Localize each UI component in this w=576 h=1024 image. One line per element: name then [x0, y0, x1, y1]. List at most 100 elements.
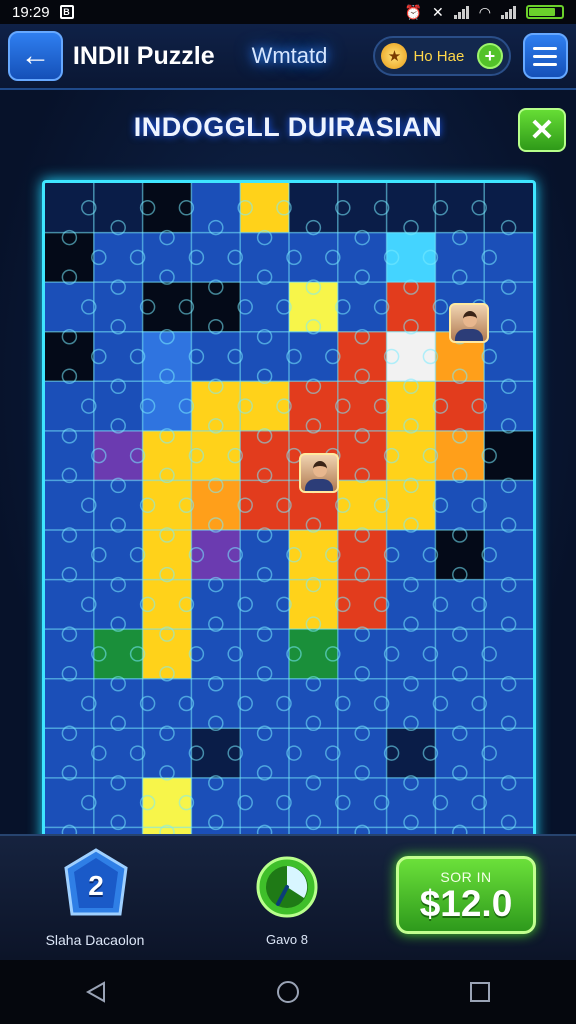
puzzle-piece[interactable]: [191, 331, 241, 382]
puzzle-piece[interactable]: [337, 777, 387, 828]
reward-button[interactable]: SOR IN $12.0: [396, 856, 536, 934]
puzzle-piece[interactable]: [240, 331, 289, 382]
puzzle-piece[interactable]: [435, 678, 485, 729]
highlighted-puzzle-piece[interactable]: [142, 777, 192, 828]
puzzle-piece[interactable]: [337, 183, 387, 233]
puzzle-piece[interactable]: [240, 232, 289, 283]
puzzle-piece[interactable]: [484, 331, 533, 382]
person-avatar-icon[interactable]: [449, 303, 489, 343]
puzzle-piece[interactable]: [45, 678, 94, 729]
puzzle-piece[interactable]: [289, 629, 338, 679]
puzzle-piece[interactable]: [240, 480, 289, 530]
puzzle-board[interactable]: [42, 180, 536, 880]
puzzle-piece[interactable]: [240, 282, 289, 332]
puzzle-piece[interactable]: [191, 530, 241, 580]
puzzle-piece[interactable]: [386, 381, 436, 431]
puzzle-piece[interactable]: [484, 430, 533, 481]
puzzle-piece[interactable]: [191, 629, 241, 679]
puzzle-piece[interactable]: [142, 381, 192, 431]
puzzle-piece[interactable]: [45, 728, 94, 778]
puzzle-piece[interactable]: [484, 728, 533, 778]
puzzle-piece[interactable]: [45, 530, 94, 580]
puzzle-piece[interactable]: [337, 430, 387, 481]
person-avatar-icon[interactable]: [299, 453, 339, 493]
puzzle-piece[interactable]: [435, 183, 485, 233]
puzzle-piece[interactable]: [337, 678, 387, 729]
puzzle-piece[interactable]: [240, 728, 289, 778]
puzzle-piece[interactable]: [142, 183, 192, 233]
puzzle-piece[interactable]: [484, 282, 533, 332]
puzzle-piece[interactable]: [337, 232, 387, 283]
level-shield-icon[interactable]: 2: [64, 848, 128, 920]
puzzle-piece[interactable]: [191, 183, 241, 233]
puzzle-piece[interactable]: [93, 430, 143, 481]
puzzle-piece[interactable]: [435, 530, 485, 580]
puzzle-piece[interactable]: [93, 331, 143, 382]
puzzle-piece[interactable]: [191, 579, 241, 630]
puzzle-piece[interactable]: [435, 381, 485, 431]
puzzle-piece[interactable]: [435, 232, 485, 283]
puzzle-piece[interactable]: [289, 530, 338, 580]
puzzle-piece[interactable]: [289, 232, 338, 283]
puzzle-piece[interactable]: [386, 183, 436, 233]
puzzle-piece[interactable]: [93, 232, 143, 283]
puzzle-piece[interactable]: [93, 282, 143, 332]
puzzle-piece[interactable]: [484, 579, 533, 630]
puzzle-piece[interactable]: [45, 430, 94, 481]
puzzle-piece[interactable]: [45, 629, 94, 679]
menu-button[interactable]: [522, 33, 568, 79]
puzzle-piece[interactable]: [289, 183, 338, 233]
plus-icon[interactable]: +: [476, 43, 503, 69]
puzzle-piece[interactable]: [45, 777, 94, 828]
puzzle-piece[interactable]: [142, 331, 192, 382]
puzzle-piece[interactable]: [337, 381, 387, 431]
puzzle-piece[interactable]: [386, 232, 436, 283]
puzzle-piece[interactable]: [191, 678, 241, 729]
puzzle-piece[interactable]: [142, 728, 192, 778]
puzzle-piece[interactable]: [435, 629, 485, 679]
puzzle-piece[interactable]: [386, 430, 436, 481]
highlighted-puzzle-piece[interactable]: [289, 282, 338, 332]
puzzle-piece[interactable]: [386, 579, 436, 630]
puzzle-piece[interactable]: [289, 728, 338, 778]
puzzle-piece[interactable]: [45, 381, 94, 431]
puzzle-piece[interactable]: [93, 678, 143, 729]
puzzle-piece[interactable]: [289, 579, 338, 630]
puzzle-piece[interactable]: [484, 530, 533, 580]
coins-pill[interactable]: ★ Ho Hae +: [373, 36, 511, 76]
puzzle-piece[interactable]: [142, 430, 192, 481]
puzzle-piece[interactable]: [93, 629, 143, 679]
puzzle-piece[interactable]: [435, 430, 485, 481]
close-button[interactable]: ✕: [518, 108, 566, 152]
puzzle-piece[interactable]: [289, 678, 338, 729]
puzzle-piece[interactable]: [337, 282, 387, 332]
puzzle-piece[interactable]: [289, 331, 338, 382]
puzzle-grid[interactable]: [45, 183, 533, 877]
puzzle-piece[interactable]: [240, 678, 289, 729]
puzzle-piece[interactable]: [45, 480, 94, 530]
nav-recents-square-icon[interactable]: [450, 967, 510, 1017]
puzzle-piece[interactable]: [289, 381, 338, 431]
puzzle-piece[interactable]: [191, 430, 241, 481]
puzzle-piece[interactable]: [484, 777, 533, 828]
puzzle-piece[interactable]: [142, 579, 192, 630]
puzzle-piece[interactable]: [93, 530, 143, 580]
puzzle-piece[interactable]: [337, 530, 387, 580]
puzzle-piece[interactable]: [435, 728, 485, 778]
puzzle-piece[interactable]: [45, 183, 94, 233]
puzzle-piece[interactable]: [191, 728, 241, 778]
puzzle-piece[interactable]: [45, 282, 94, 332]
puzzle-piece[interactable]: [240, 777, 289, 828]
puzzle-piece[interactable]: [337, 331, 387, 382]
puzzle-piece[interactable]: [484, 183, 533, 233]
puzzle-piece[interactable]: [45, 331, 94, 382]
puzzle-piece[interactable]: [142, 530, 192, 580]
puzzle-piece[interactable]: [93, 480, 143, 530]
puzzle-piece[interactable]: [142, 678, 192, 729]
puzzle-piece[interactable]: [435, 480, 485, 530]
puzzle-piece[interactable]: [240, 430, 289, 481]
nav-home-circle-icon[interactable]: [258, 967, 318, 1017]
puzzle-piece[interactable]: [240, 530, 289, 580]
puzzle-piece[interactable]: [191, 777, 241, 828]
puzzle-piece[interactable]: [484, 232, 533, 283]
